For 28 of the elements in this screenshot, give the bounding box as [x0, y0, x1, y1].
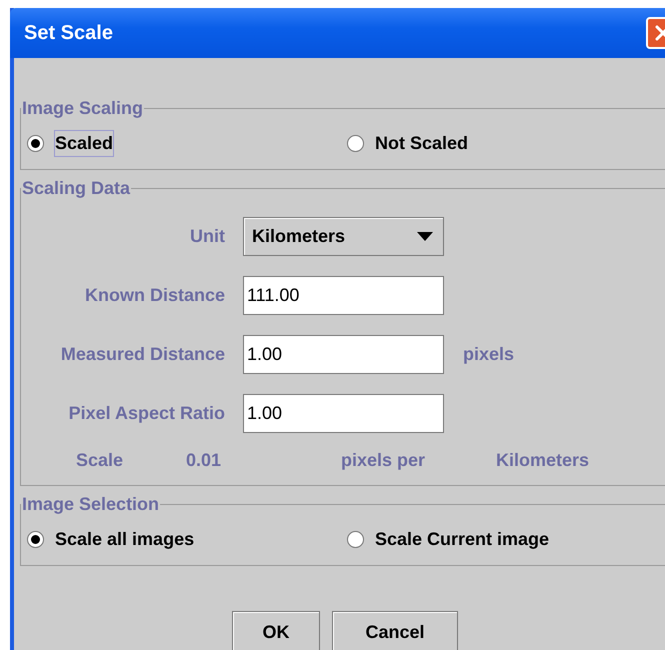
scale-unit: Kilometers — [496, 450, 590, 470]
field-label: Measured Distance — [60, 344, 225, 365]
input-field[interactable]: 1.00 — [243, 394, 444, 433]
radio-label[interactable]: Scaled — [54, 130, 114, 156]
radio-label[interactable]: Scale Current image — [374, 526, 550, 552]
scale-value: 0.01 — [186, 450, 222, 470]
cancel-button[interactable]: Cancel — [332, 611, 458, 650]
field-label: Pixel Aspect Ratio — [68, 403, 225, 424]
radio-button[interactable] — [347, 530, 364, 548]
scale-label: Scale — [76, 450, 124, 470]
field-label: Unit — [189, 226, 225, 247]
window-title: Set Scale — [24, 22, 113, 44]
field-label: Known Distance — [84, 285, 225, 306]
radio-button[interactable] — [27, 134, 44, 152]
unit-dropdown[interactable]: Kilometers — [243, 217, 444, 256]
scale-unit-text: pixels per — [341, 450, 426, 470]
group-title: Scaling Data — [21, 178, 132, 199]
radio-button[interactable] — [347, 134, 364, 152]
unit-label: pixels — [463, 344, 514, 365]
input-field[interactable]: 111.00 — [243, 276, 444, 315]
ok-button[interactable]: OK — [232, 611, 320, 650]
radio-label[interactable]: Scale all images — [54, 526, 196, 552]
group-title: Image Selection — [21, 494, 160, 515]
caret-icon — [417, 232, 433, 241]
input-field[interactable]: 1.00 — [243, 335, 444, 374]
radio-button[interactable] — [27, 530, 44, 548]
radio-label[interactable]: Not Scaled — [374, 130, 470, 156]
group-title: Image Scaling — [21, 98, 144, 119]
